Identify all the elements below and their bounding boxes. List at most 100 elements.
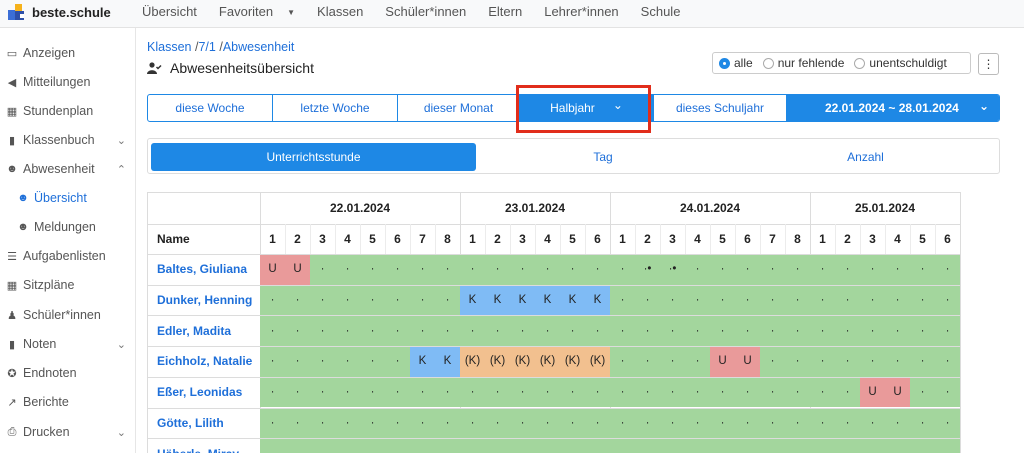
attendance-cell[interactable]: · [660, 346, 685, 377]
topnav-item-favoriten[interactable]: Favoriten ▼ [219, 4, 306, 19]
attendance-cell[interactable]: · [310, 376, 335, 408]
attendance-cell[interactable] [510, 438, 535, 453]
attendance-cell[interactable]: · [935, 315, 960, 347]
topnav-item-klassen[interactable]: Klassen [317, 4, 374, 19]
attendance-cell[interactable]: · [860, 407, 885, 439]
attendance-cell[interactable] [610, 438, 635, 453]
attendance-cell[interactable]: · [310, 407, 335, 439]
period-tab-dieser-monat[interactable]: dieser Monat [398, 95, 520, 121]
attendance-cell[interactable] [285, 438, 310, 453]
attendance-cell[interactable]: · [660, 376, 685, 408]
breadcrumb-klassen[interactable]: Klassen [147, 40, 191, 54]
sidebar-item-aufgabenlisten[interactable]: ☰ Aufgabenlisten [0, 243, 136, 269]
attendance-cell[interactable]: · [935, 254, 960, 285]
attendance-cell[interactable]: · [685, 346, 710, 377]
breadcrumb-class[interactable]: 7/1 [198, 40, 215, 54]
attendance-cell[interactable]: · [760, 315, 785, 347]
topnav-item-schule[interactable]: Schule [641, 4, 692, 19]
attendance-cell[interactable]: · [685, 254, 710, 285]
attendance-cell[interactable]: · [785, 254, 810, 285]
attendance-cell[interactable]: · [635, 376, 660, 408]
attendance-cell[interactable]: · [860, 346, 885, 377]
attendance-cell[interactable]: · [360, 254, 385, 285]
attendance-cell[interactable]: · [410, 407, 435, 439]
attendance-cell[interactable]: · [285, 284, 310, 316]
sidebar-item-sitzpläne[interactable]: ▦ Sitzpläne [0, 272, 136, 298]
attendance-cell[interactable]: · [935, 376, 960, 408]
attendance-cell[interactable]: · [335, 254, 360, 285]
attendance-cell[interactable]: · [285, 346, 310, 377]
attendance-cell[interactable]: · [735, 254, 760, 285]
attendance-cell[interactable]: · [735, 407, 760, 439]
attendance-cell[interactable]: · [735, 284, 760, 316]
attendance-cell[interactable]: · [385, 407, 410, 439]
attendance-cell[interactable]: · [585, 254, 610, 285]
attendance-cell[interactable]: · [535, 254, 560, 285]
attendance-cell[interactable]: · [885, 407, 910, 439]
attendance-cell[interactable]: · [385, 284, 410, 316]
attendance-cell[interactable]: · [435, 407, 460, 439]
attendance-cell[interactable]: · [935, 284, 960, 316]
attendance-cell[interactable]: · [860, 284, 885, 316]
attendance-cell[interactable]: · [835, 346, 860, 377]
attendance-cell[interactable]: · [485, 407, 510, 439]
attendance-cell[interactable]: · [335, 284, 360, 316]
sidebar-item-endnoten[interactable]: ✪ Endnoten [0, 360, 136, 386]
attendance-cell[interactable]: · [585, 407, 610, 439]
radio-circle[interactable] [719, 57, 730, 69]
attendance-cell[interactable]: · [760, 346, 785, 377]
sidebar-item-drucken[interactable]: ⎙ Drucken ⌄ [0, 419, 136, 445]
attendance-cell[interactable]: · [685, 376, 710, 408]
attendance-cell[interactable] [885, 438, 910, 453]
attendance-cell[interactable]: · [335, 376, 360, 408]
attendance-cell[interactable]: · [860, 254, 885, 285]
attendance-cell[interactable] [385, 438, 410, 453]
attendance-cell[interactable]: · [710, 376, 735, 408]
period-tab-dieses-schuljahr[interactable]: dieses Schuljahr [654, 95, 787, 121]
attendance-cell[interactable]: · [835, 284, 860, 316]
attendance-cell[interactable] [735, 438, 760, 453]
attendance-cell[interactable]: U [260, 254, 285, 285]
attendance-cell[interactable]: · [810, 284, 835, 316]
attendance-cell[interactable]: · [885, 284, 910, 316]
attendance-cell[interactable]: U [860, 376, 885, 408]
attendance-cell[interactable]: · [460, 407, 485, 439]
attendance-cell[interactable]: K [485, 284, 510, 316]
attendance-cell[interactable]: · [835, 254, 860, 285]
attendance-cell[interactable]: · [585, 376, 610, 408]
attendance-cell[interactable] [785, 438, 810, 453]
date-range-dropdown[interactable]: 22.01.2024 ~ 28.01.2024 ⌄ [787, 95, 999, 121]
attendance-cell[interactable]: · [385, 254, 410, 285]
attendance-cell[interactable]: · [835, 315, 860, 347]
sidebar-item-anzeigen[interactable]: ▭ Anzeigen [0, 40, 136, 66]
attendance-cell[interactable]: · [485, 254, 510, 285]
attendance-cell[interactable]: · [685, 407, 710, 439]
attendance-cell[interactable]: · [810, 315, 835, 347]
sidebar-item-mitteilungen[interactable]: ◀ Mitteilungen [0, 69, 136, 95]
attendance-cell[interactable]: · [385, 346, 410, 377]
attendance-cell[interactable]: · [310, 284, 335, 316]
attendance-cell[interactable]: · [810, 254, 835, 285]
attendance-cell[interactable]: · [535, 376, 560, 408]
attendance-cell[interactable]: · [835, 407, 860, 439]
attendance-cell[interactable] [835, 438, 860, 453]
attendance-cell[interactable]: · [260, 346, 285, 377]
attendance-cell[interactable]: · [510, 315, 535, 347]
attendance-cell[interactable]: · [460, 254, 485, 285]
attendance-cell[interactable]: · [535, 315, 560, 347]
attendance-cell[interactable]: · [785, 376, 810, 408]
attendance-cell[interactable]: ·• [660, 254, 685, 285]
attendance-cell[interactable] [260, 438, 285, 453]
student-name-link[interactable]: Häberle, Mirav [147, 438, 260, 453]
attendance-cell[interactable]: · [885, 254, 910, 285]
student-name-link[interactable]: Eichholz, Natalie [147, 346, 260, 377]
attendance-cell[interactable]: · [410, 376, 435, 408]
attendance-cell[interactable] [635, 438, 660, 453]
attendance-cell[interactable]: · [410, 315, 435, 347]
attendance-cell[interactable]: · [360, 407, 385, 439]
attendance-cell[interactable]: (K) [585, 346, 610, 377]
attendance-cell[interactable]: · [610, 254, 635, 285]
attendance-cell[interactable]: · [560, 254, 585, 285]
topnav-item-übersicht[interactable]: Übersicht [142, 4, 208, 19]
attendance-cell[interactable]: · [360, 346, 385, 377]
